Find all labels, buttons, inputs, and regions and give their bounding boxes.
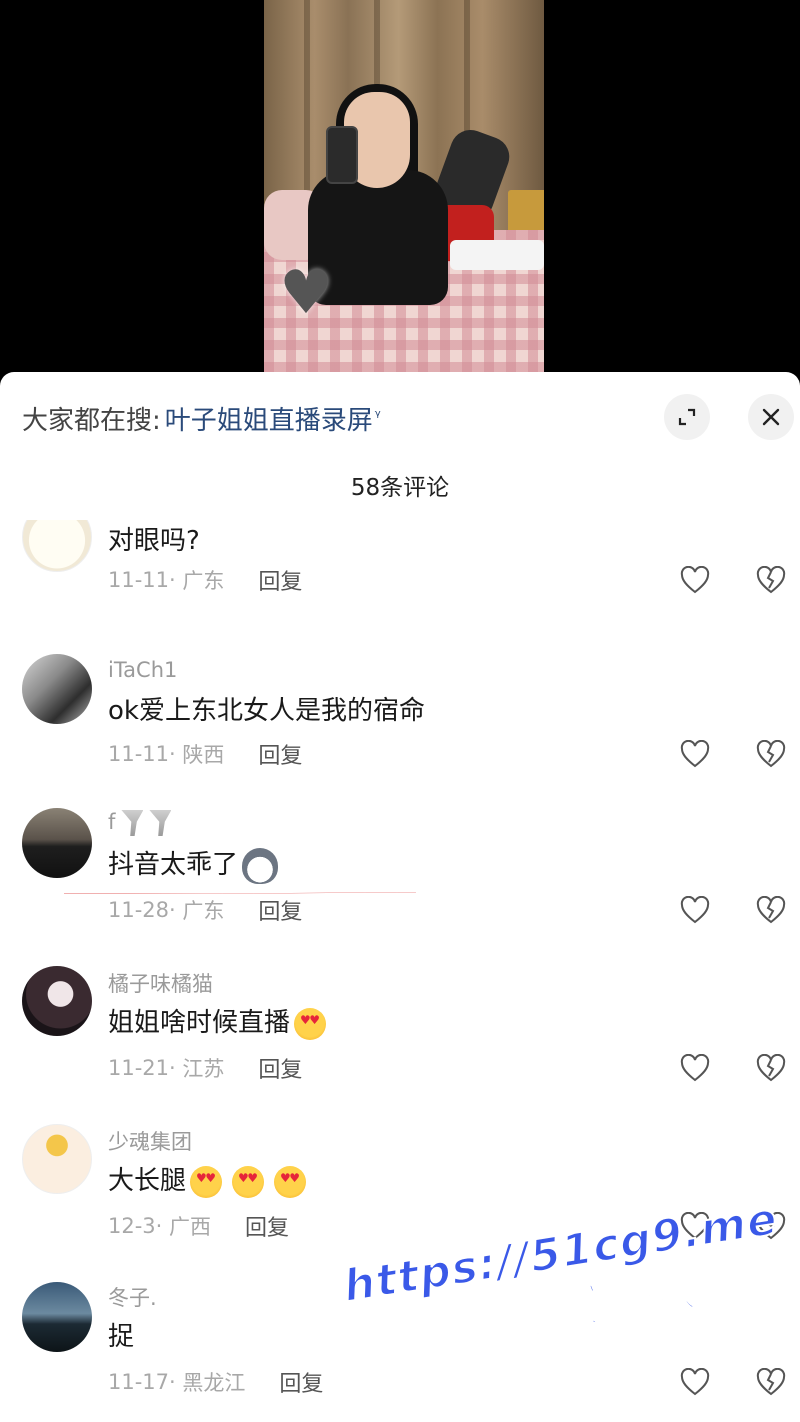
search-suggestion[interactable]: 大家都在搜: 叶子姐姐直播录屏 ᵧ [22,398,381,438]
heart-eyes-emoji-icon [294,1007,327,1040]
reply-button[interactable]: 回复 [258,894,302,926]
like-heart-icon[interactable] [680,896,710,924]
broken-heart-icon[interactable] [756,896,786,924]
video-frame: ♥ [264,0,544,372]
husky-emoji-icon [242,847,279,884]
comment-meta: 11-21 · 江苏 回复 [108,1052,302,1084]
comment-location: 陕西 [182,743,225,767]
close-button[interactable] [748,394,794,440]
like-heart-icon[interactable] [680,1368,710,1396]
comment-item: 冬子. 捉 11-17 · 黑龙江 回复 [0,1280,800,1422]
comment-meta: 12-3 · 广西 回复 [108,1210,289,1242]
comment-list[interactable]: 小啊 对眼吗? 11-11· 广东 回复 iTaCh1 ok爱上东北女人是我的宿… [0,520,800,1422]
comment-text: 对眼吗? [108,526,200,556]
comment-count: 58条评论 [350,475,450,501]
comment-username[interactable]: 冬子. [108,1282,157,1312]
avatar[interactable] [22,808,92,878]
search-icon: ᵧ [374,400,381,420]
reply-button[interactable]: 回复 [279,1366,323,1398]
avatar[interactable] [22,1282,92,1352]
comment-location: 黑龙江 [182,1371,246,1395]
tornado-emoji-icon [149,810,172,836]
avatar[interactable] [22,654,92,724]
comment-meta: 11-17 · 黑龙江 回复 [108,1366,323,1398]
comment-username[interactable]: 少魂集团 [108,1126,192,1156]
comment-item: 少魂集团 大长腿 12-3· 广西 回复 [0,1124,800,1274]
comment-text: 姐姐啥时候直播 [108,1002,327,1040]
avatar[interactable] [22,966,92,1036]
broken-heart-icon[interactable] [756,1054,786,1082]
comment-date: 11-17 [108,1370,170,1394]
phone [326,126,358,184]
comment-item: f 抖音太乖了 11-28 · 广东 回复 [0,808,800,958]
comment-location: 江苏 [182,1057,225,1081]
white-sheet [450,240,544,270]
expand-icon [678,408,696,426]
search-term-link[interactable]: 叶子姐姐直播录屏 [165,400,373,437]
heart-sticker-icon: ♥ [279,258,333,328]
broken-heart-icon[interactable] [756,1212,786,1240]
search-prefix: 大家都在搜: [22,405,161,436]
comment-date: 11-28 [108,898,170,922]
avatar[interactable] [22,1124,92,1194]
avatar[interactable] [22,520,92,572]
reply-button[interactable]: 回复 [245,1210,289,1242]
tornado-emoji-icon [121,810,144,836]
like-heart-icon[interactable] [680,740,710,768]
heart-eyes-emoji-icon [190,1165,223,1198]
reply-button[interactable]: 回复 [258,738,302,770]
comment-username[interactable]: iTaCh1 [108,658,177,682]
broken-heart-icon[interactable] [756,566,786,594]
close-icon [762,408,780,426]
comment-meta: 11-28 · 广东 回复 [108,894,302,926]
comment-location: 广东 [182,569,225,593]
comment-item: 橘子味橘猫 姐姐啥时候直播 11-21· 江苏 回复 [0,966,800,1116]
broken-heart-icon[interactable] [756,1368,786,1396]
comment-meta: 11-11 · 广东 回复 [108,564,302,596]
comment-location: 广东 [182,899,225,923]
comment-text: 抖音太乖了 [108,844,279,884]
comment-date: 11-21 [108,1056,170,1080]
comment-item: 小啊 对眼吗? 11-11· 广东 回复 [0,520,800,650]
reply-button[interactable]: 回复 [258,1052,302,1084]
comment-username[interactable]: 橘子味橘猫 [108,968,213,998]
comment-item: iTaCh1 ok爱上东北女人是我的宿命 11-11 · 陕西 回复 [0,654,800,804]
like-heart-icon[interactable] [680,1212,710,1240]
broken-heart-icon[interactable] [756,740,786,768]
comment-panel: 大家都在搜: 叶子姐姐直播录屏 ᵧ 58条评论 小啊 对眼吗? 11-11· 广… [0,372,800,1422]
comment-username[interactable]: f [108,810,172,836]
like-heart-icon[interactable] [680,1054,710,1082]
red-strike-line [64,892,416,894]
comment-date: 12-3 [108,1214,156,1238]
heart-eyes-emoji-icon [232,1165,265,1198]
heart-eyes-emoji-icon [274,1165,307,1198]
comment-meta: 11-11 · 陕西 回复 [108,738,302,770]
expand-button[interactable] [664,394,710,440]
comment-location: 广西 [169,1215,212,1239]
comment-date: 11-11 [108,742,170,766]
video-player[interactable]: ♥ [0,0,800,372]
reply-button[interactable]: 回复 [258,564,302,596]
comment-text: 大长腿 [108,1160,307,1198]
comment-text: 捉 [108,1322,135,1352]
comment-text: ok爱上东北女人是我的宿命 [108,696,425,726]
comment-date: 11-11 [108,568,170,592]
like-heart-icon[interactable] [680,566,710,594]
